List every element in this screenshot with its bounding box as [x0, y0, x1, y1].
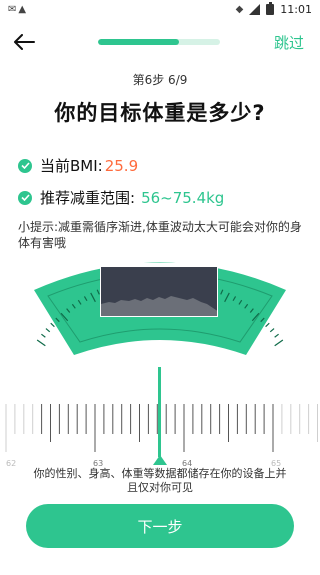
bmi-label: 当前BMI: — [40, 157, 103, 175]
check-icon — [18, 190, 32, 205]
back-arrow-icon — [14, 34, 35, 50]
gmail-icon: ✉ — [8, 3, 17, 15]
skip-button[interactable]: 跳过 — [274, 32, 304, 53]
status-bar: ✉ ▲ ◆ 11:01 — [0, 0, 320, 18]
ruler-pointer — [158, 367, 161, 457]
page-title: 你的目标体重是多少? — [54, 101, 266, 125]
check-icon — [18, 158, 32, 173]
step-indicator: 第6步 6/9 — [132, 73, 188, 87]
ruler-pointer-triangle — [153, 455, 167, 465]
privacy-note: 你的性别、身高、体重等数据都储存在你的设备上并且仅对你可见 — [33, 467, 287, 494]
warning-icon: ▲ — [18, 3, 27, 15]
battery-icon — [266, 1, 275, 15]
range-label: 推荐减重范围: — [40, 189, 136, 207]
scale-tick — [265, 322, 270, 328]
next-button[interactable]: 下一步 — [26, 504, 294, 548]
weight-chart-image — [100, 263, 218, 317]
scale-tick — [41, 333, 46, 338]
ruler-label: 62 — [6, 459, 17, 468]
back-button[interactable] — [12, 30, 36, 54]
top-bar: 跳过 — [0, 24, 320, 60]
scale-tick — [269, 328, 275, 333]
wifi-icon: ◆ — [235, 3, 244, 15]
status-left: ✉ ▲ — [8, 4, 26, 15]
status-time: 11:01 — [280, 2, 312, 16]
scale-tick — [274, 339, 284, 347]
signal-icon — [249, 3, 261, 15]
range-row: 推荐减重范围: 56~75.4kg — [18, 187, 224, 208]
range-value: 56~75.4kg — [141, 188, 225, 207]
scale-tick — [50, 322, 55, 328]
bmi-value: 25.9 — [104, 156, 139, 175]
progress-bar — [98, 39, 220, 45]
status-right: ◆ 11:01 — [235, 1, 312, 16]
tip-text: 小提示:减重需循序渐进,体重波动太大可能会对你的身体有害哦 — [18, 220, 302, 250]
scale-tick — [36, 339, 46, 347]
progress-fill — [98, 39, 179, 45]
bmi-row: 当前BMI: 25.9 — [18, 155, 138, 176]
scale-tick — [274, 333, 279, 338]
scale-tick — [45, 328, 51, 333]
